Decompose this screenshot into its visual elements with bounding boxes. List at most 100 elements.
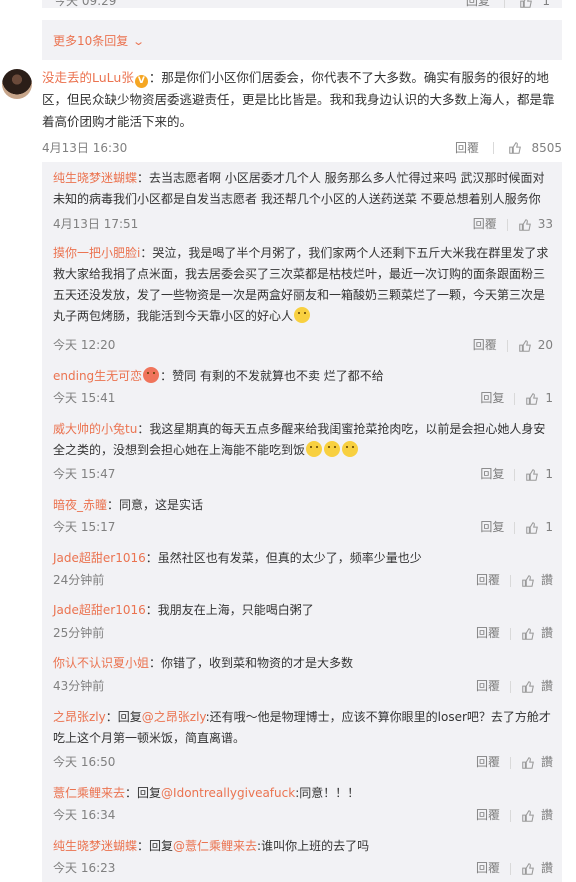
reply-item: 你认不认识夏小姐：你错了，收到菜和物资的才是大多数 xyxy=(53,653,553,674)
thumbs-up-icon[interactable] xyxy=(521,627,535,641)
thumbs-up-icon[interactable] xyxy=(525,392,539,406)
like-count: 1 xyxy=(542,0,550,8)
divider xyxy=(509,574,511,587)
reply-button[interactable]: 回覆 xyxy=(476,755,500,769)
thumbs-up-icon[interactable] xyxy=(525,521,539,535)
like-count: 讚 xyxy=(540,808,553,822)
like-count: 1 xyxy=(545,391,553,405)
reply-text: ：赞同 有剩的不发就算也不卖 烂了都不给 xyxy=(160,369,384,383)
reply-button[interactable]: 回复 xyxy=(480,520,504,534)
reply-item: 威大帅的小兔tu：我这星期真的每天五点多醒来给我闺蜜抢菜抢肉吃，以前是会担心她人… xyxy=(53,419,553,461)
reply-prefix: ：回复 xyxy=(105,710,142,724)
reply-button[interactable]: 回覆 xyxy=(476,626,500,640)
reply-button[interactable]: 回复 xyxy=(480,467,504,481)
reply-time: 今天 16:23 xyxy=(53,861,116,875)
thumbs-up-icon[interactable] xyxy=(521,680,535,694)
reply-button[interactable]: 回覆 xyxy=(455,139,479,156)
divider xyxy=(509,627,511,640)
like-count: 讚 xyxy=(540,861,553,875)
reply-time: 25分钟前 xyxy=(53,626,105,640)
reply-username[interactable]: 纯生晓梦迷蝴蝶 xyxy=(53,839,137,853)
divider xyxy=(506,218,508,231)
weibo-comment-thread: 今天 09:29 回复 1 更多10条回复 ⌄ 没走丢的LuLu张 V ：那是你们小区… xyxy=(0,0,576,882)
reply-button[interactable]: 回覆 xyxy=(476,573,500,587)
reply-actions: 回覆 讚 xyxy=(476,752,553,773)
thumbs-up-icon[interactable] xyxy=(518,339,532,353)
crying-emoji-icon xyxy=(294,307,311,323)
reply-meta: 今天 16:50 回覆 讚 xyxy=(53,752,553,772)
reply-button[interactable]: 回覆 xyxy=(473,217,497,231)
reply-username[interactable]: Jade超甜er1016 xyxy=(53,551,146,565)
like-count: 讚 xyxy=(540,755,553,769)
thumbs-up-icon[interactable] xyxy=(518,218,532,232)
like-count: 8505 xyxy=(531,140,562,155)
mention-link[interactable]: @Idontreallygiveafuck xyxy=(161,786,295,800)
reply-button[interactable]: 回覆 xyxy=(476,679,500,693)
divider xyxy=(514,468,516,481)
reply-actions: 回覆 讚 xyxy=(476,676,553,697)
like-count: 1 xyxy=(545,467,553,481)
divider xyxy=(509,809,511,822)
reply-username[interactable]: 暗夜_赤瞳 xyxy=(53,498,107,512)
reply-actions: 回覆 讚 xyxy=(476,805,553,826)
thumbs-up-icon[interactable] xyxy=(525,468,539,482)
reply-meta: 今天 12:20 回覆 20 xyxy=(53,335,553,355)
thumbs-up-icon[interactable] xyxy=(521,862,535,876)
reply-button[interactable]: 回覆 xyxy=(473,338,497,352)
reply-username[interactable]: 纯生晓梦迷蝴蝶 xyxy=(53,171,137,185)
more-replies-label: 更多10条回复 xyxy=(53,34,129,48)
reply-item: ending生无可恋 ：赞同 有剩的不发就算也不卖 烂了都不给 xyxy=(53,366,553,387)
reply-item: 纯生晓梦迷蝴蝶：回复@薏仁乘鲤来去:谁叫你上班的去了吗 xyxy=(53,836,553,857)
reply-time: 43分钟前 xyxy=(53,679,105,693)
reply-actions: 回复 1 xyxy=(480,517,553,538)
comment-time: 4月13日 16:30 xyxy=(42,141,128,155)
reply-item: Jade超甜er1016：虽然社区也有发菜，但真的太少了，频率少量也少 xyxy=(53,548,553,569)
reply-username[interactable]: 之昂张zly xyxy=(53,710,106,724)
smile-emoji-icon xyxy=(324,441,341,457)
reply-item: 薏仁乘鲤来去：回复@Idontreallygiveafuck:同意！！！ xyxy=(53,783,553,804)
divider xyxy=(492,141,494,154)
reply-button[interactable]: 回覆 xyxy=(476,861,500,875)
like-count: 1 xyxy=(545,520,553,534)
user-badge-emoji-icon xyxy=(143,367,160,383)
reply-text: ：你错了，收到菜和物资的才是大多数 xyxy=(149,656,354,670)
verified-badge-icon: V xyxy=(134,75,148,88)
like-count: 20 xyxy=(537,338,553,352)
like-count: 讚 xyxy=(540,626,553,640)
smile-emoji-icon xyxy=(306,441,323,457)
reply-item: 暗夜_赤瞳：同意，这是实话 xyxy=(53,495,553,516)
divider xyxy=(514,392,516,405)
thumbs-up-icon[interactable] xyxy=(508,141,522,155)
divider xyxy=(509,680,511,693)
reply-item: 纯生晓梦迷蝴蝶：去当志愿者啊 小区居委才几个人 服务那么多人忙得过来吗 武汉那时… xyxy=(53,168,553,210)
more-replies-link[interactable]: 更多10条回复 ⌄ xyxy=(53,32,145,49)
reply-time: 今天 09:29 xyxy=(54,0,117,8)
reply-username[interactable]: 威大帅的小兔tu xyxy=(53,422,137,436)
avatar[interactable] xyxy=(2,69,32,99)
reply-time: 24分钟前 xyxy=(53,573,105,587)
reply-button[interactable]: 回覆 xyxy=(476,808,500,822)
reply-meta: 今天 16:23 回覆 讚 xyxy=(53,858,553,878)
reply-username[interactable]: 薏仁乘鲤来去 xyxy=(53,786,125,800)
mention-link[interactable]: @之昂张zly xyxy=(142,710,206,724)
reply-time: 今天 16:50 xyxy=(53,755,116,769)
reply-username[interactable]: 你认不认识夏小姐 xyxy=(53,656,149,670)
thumbs-up-icon[interactable] xyxy=(521,756,535,770)
divider xyxy=(509,862,511,875)
divider xyxy=(506,339,508,352)
mention-link[interactable]: @薏仁乘鲤来去 xyxy=(173,839,257,853)
thumbs-up-icon[interactable] xyxy=(521,809,535,823)
reply-actions: 回复 1 xyxy=(466,0,550,9)
comment-username[interactable]: 没走丢的LuLu张 xyxy=(42,70,134,85)
more-replies-bar: 更多10条回复 ⌄ xyxy=(42,20,562,60)
reply-username[interactable]: ending生无可恋 xyxy=(53,369,142,383)
reply-actions: 回覆 20 xyxy=(473,335,553,356)
reply-username[interactable]: 摸你一把小肥脸i xyxy=(53,246,140,260)
divider xyxy=(503,0,505,8)
reply-button[interactable]: 回复 xyxy=(466,0,490,8)
thumbs-up-icon[interactable] xyxy=(521,574,535,588)
reply-meta: 43分钟前 回覆 讚 xyxy=(53,676,553,696)
reply-username[interactable]: Jade超甜er1016 xyxy=(53,603,146,617)
thumbs-up-icon[interactable] xyxy=(519,0,533,9)
reply-button[interactable]: 回复 xyxy=(480,391,504,405)
